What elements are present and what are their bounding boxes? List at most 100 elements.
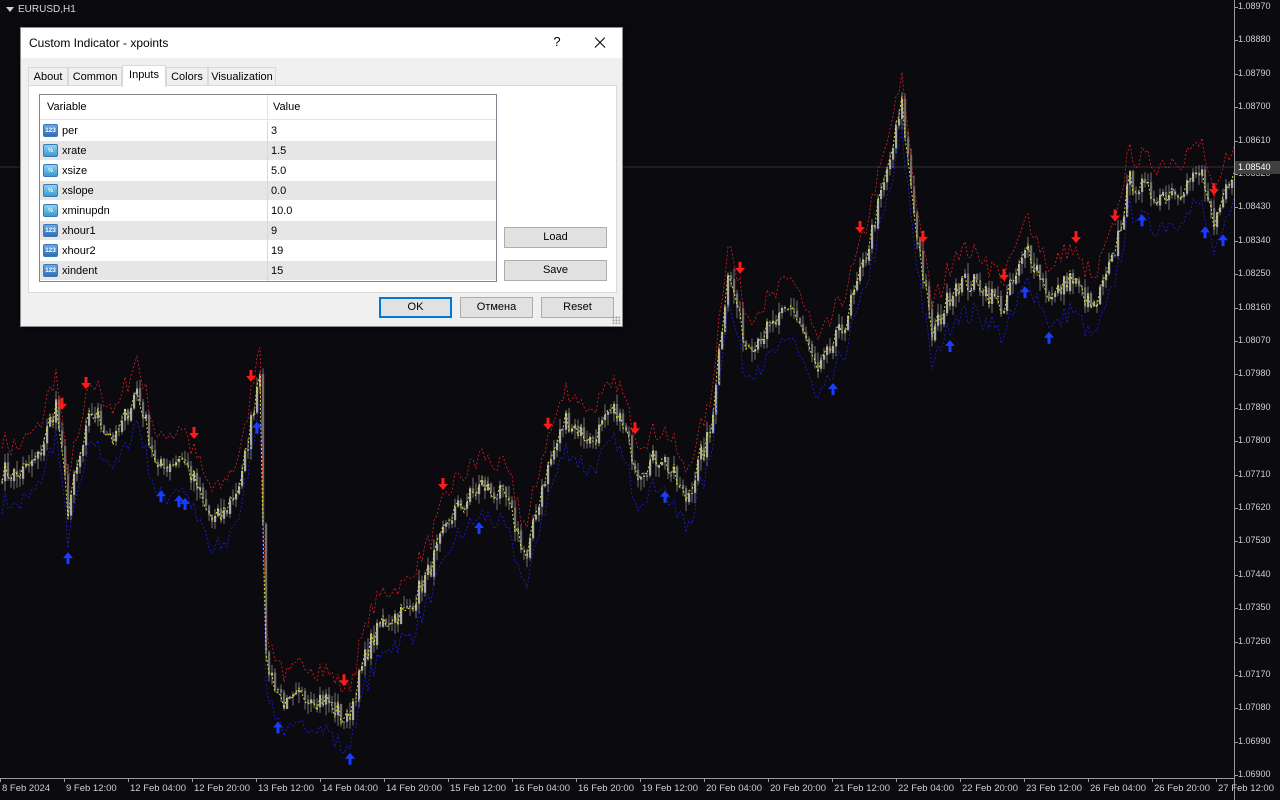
candle-body xyxy=(451,520,454,524)
grid-row-xindent[interactable]: 123 xindent 15 xyxy=(40,261,496,281)
variable-value[interactable]: 9 xyxy=(271,225,277,237)
buy-arrow-icon[interactable] xyxy=(1044,331,1054,344)
time-tick-label: 26 Feb 04:00 xyxy=(1090,783,1146,794)
buy-arrow-icon[interactable] xyxy=(828,383,838,396)
sell-arrow-icon[interactable] xyxy=(1209,183,1219,196)
candle-body xyxy=(436,543,439,551)
header-value[interactable]: Value xyxy=(273,101,300,113)
dialog-titlebar[interactable]: Custom Indicator - xpoints ? xyxy=(21,28,622,58)
tab-visualization[interactable]: Visualization xyxy=(208,67,276,86)
variable-value[interactable]: 0.0 xyxy=(271,185,286,197)
symbol-menu-icon[interactable] xyxy=(6,7,14,12)
candle-body xyxy=(874,224,877,229)
buy-arrow-icon[interactable] xyxy=(273,721,283,734)
grid-row-xslope[interactable]: ½ xslope 0.0 xyxy=(40,181,496,201)
candle-body xyxy=(121,420,124,432)
reset-button[interactable]: Reset xyxy=(541,297,614,318)
candle-body xyxy=(814,353,817,363)
buy-arrow-icon[interactable] xyxy=(156,490,166,503)
candle-body xyxy=(808,338,811,344)
buy-arrow-icon[interactable] xyxy=(474,522,484,535)
sell-arrow-icon[interactable] xyxy=(339,674,349,687)
time-tick-label: 27 Feb 12:00 xyxy=(1218,783,1274,794)
sell-arrow-icon[interactable] xyxy=(1071,231,1081,244)
candle-body xyxy=(1138,191,1141,195)
price-tick-label: 1.07620 xyxy=(1238,502,1271,512)
candle-body xyxy=(289,696,292,698)
price-axis[interactable]: 1.08970 1.08880 1.08790 1.08700 1.08610 1.085… xyxy=(1234,0,1280,800)
header-variable[interactable]: Variable xyxy=(47,101,87,113)
candle-body xyxy=(244,450,247,472)
price-tick-label: 1.08340 xyxy=(1238,234,1271,245)
grid-row-per[interactable]: 123 per 3 xyxy=(40,121,496,141)
tab-inputs[interactable]: Inputs xyxy=(122,65,166,87)
sell-arrow-icon[interactable] xyxy=(438,477,448,490)
buy-arrow-icon[interactable] xyxy=(1137,214,1147,227)
candle-body xyxy=(406,606,409,608)
close-icon[interactable] xyxy=(589,33,611,53)
variable-value[interactable]: 5.0 xyxy=(271,165,286,177)
variable-value[interactable]: 1.5 xyxy=(271,145,286,157)
candle-body xyxy=(418,580,421,604)
grid-row-xhour1[interactable]: 123 xhour1 9 xyxy=(40,221,496,241)
variable-name: xsize xyxy=(62,165,88,177)
grid-row-xrate[interactable]: ½ xrate 1.5 xyxy=(40,141,496,161)
price-tick-label: 1.08610 xyxy=(1238,134,1271,145)
time-tick-label: 12 Feb 20:00 xyxy=(194,783,250,794)
candle-body xyxy=(529,538,532,558)
candle-body xyxy=(1075,279,1078,284)
load-button[interactable]: Load xyxy=(504,227,607,248)
sell-arrow-icon[interactable] xyxy=(81,376,91,389)
candle-body xyxy=(1135,192,1138,195)
sell-arrow-icon[interactable] xyxy=(1110,209,1120,222)
tab-about[interactable]: About xyxy=(28,67,68,86)
buy-arrow-icon[interactable] xyxy=(1200,226,1210,239)
cancel-button[interactable]: Отмена xyxy=(460,297,533,318)
candle-body xyxy=(70,494,73,516)
variable-value[interactable]: 3 xyxy=(271,125,277,137)
save-button[interactable]: Save xyxy=(504,260,607,281)
tab-colors[interactable]: Colors xyxy=(166,67,208,86)
variable-value[interactable]: 19 xyxy=(271,245,283,257)
buy-arrow-icon[interactable] xyxy=(63,552,73,565)
candle-body xyxy=(646,475,649,477)
candle-body xyxy=(1,481,4,483)
sell-arrow-icon[interactable] xyxy=(999,268,1009,281)
candle-body xyxy=(478,485,481,495)
candle-body xyxy=(820,359,823,369)
resize-grip-icon[interactable] xyxy=(612,316,620,324)
sell-arrow-icon[interactable] xyxy=(735,261,745,274)
candle-body xyxy=(637,469,640,480)
candle-body xyxy=(403,607,406,609)
candle-body xyxy=(1093,303,1096,307)
buy-arrow-icon[interactable] xyxy=(1020,286,1030,299)
buy-arrow-icon[interactable] xyxy=(345,752,355,765)
buy-arrow-icon[interactable] xyxy=(660,490,670,503)
ok-button[interactable]: OK xyxy=(379,297,452,318)
candle-body xyxy=(82,445,85,456)
grid-row-xminupdn[interactable]: ½ xminupdn 10.0 xyxy=(40,201,496,221)
variable-value[interactable]: 15 xyxy=(271,265,283,277)
sell-arrow-icon[interactable] xyxy=(189,427,199,440)
candle-body xyxy=(607,411,610,415)
tab-common[interactable]: Common xyxy=(68,67,122,86)
double-type-icon: ½ xyxy=(43,204,58,217)
candle-body xyxy=(592,436,595,439)
candle-body xyxy=(778,313,781,326)
price-tick-label: 1.07170 xyxy=(1238,669,1271,679)
header-divider[interactable] xyxy=(267,95,268,120)
variable-name: per xyxy=(62,125,78,137)
time-axis[interactable]: 8 Feb 2024 9 Feb 12:00 12 Feb 04:00 12 Feb … xyxy=(0,778,1274,800)
buy-arrow-icon[interactable] xyxy=(945,339,955,352)
grid-row-xsize[interactable]: ½ xsize 5.0 xyxy=(40,161,496,181)
grid-row-xhour2[interactable]: 123 xhour2 19 xyxy=(40,241,496,261)
time-tick-label: 12 Feb 04:00 xyxy=(130,783,186,794)
variable-value[interactable]: 10.0 xyxy=(271,205,292,217)
sell-arrow-icon[interactable] xyxy=(543,417,553,430)
price-tick-label: 1.08880 xyxy=(1238,34,1271,45)
candle-body xyxy=(736,293,739,308)
cell-divider xyxy=(267,181,268,201)
price-tick-label: 1.07890 xyxy=(1238,401,1271,412)
help-button[interactable]: ? xyxy=(547,34,567,52)
chart-symbol: EURUSD,H1 xyxy=(18,4,76,15)
